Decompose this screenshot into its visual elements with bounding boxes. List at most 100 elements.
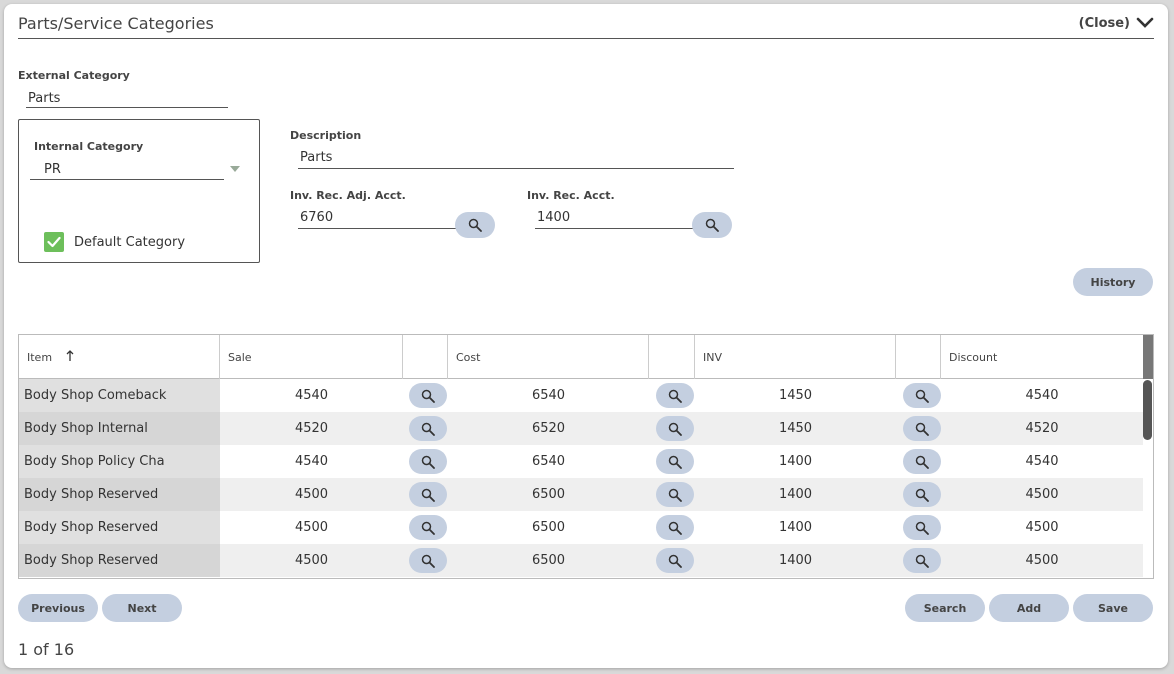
previous-button[interactable]: Previous (18, 594, 98, 622)
internal-category-underline (30, 179, 224, 180)
sale-lookup-button[interactable] (409, 383, 447, 408)
cell-inv[interactable]: 1400 (695, 511, 896, 544)
close-toggle[interactable]: (Close) (1079, 14, 1154, 33)
inv-rec-acct-underline (535, 228, 693, 229)
cell-sale[interactable]: 4500 (220, 478, 403, 511)
cell-item[interactable]: Body Shop Reserved (19, 511, 220, 544)
search-icon (668, 488, 682, 502)
cell-discount[interactable]: 4500 (941, 544, 1143, 577)
cell-inv[interactable]: 1400 (695, 445, 896, 478)
cell-discount[interactable]: 4520 (941, 412, 1143, 445)
inv-lookup-button[interactable] (903, 515, 941, 540)
search-icon (668, 455, 682, 469)
inv-lookup-button[interactable] (903, 449, 941, 474)
search-icon (421, 389, 435, 403)
cell-discount[interactable]: 4500 (941, 511, 1143, 544)
column-header-sale-lookup (403, 335, 448, 379)
inv-lookup-button[interactable] (903, 383, 941, 408)
table-row[interactable]: Body Shop Comeback 4540 6540 1450 4540 (19, 379, 1143, 412)
column-header-discount[interactable]: Discount (941, 335, 1143, 379)
search-icon (668, 521, 682, 535)
column-header-sale[interactable]: Sale (220, 335, 403, 379)
inv-rec-adj-acct-input[interactable]: 6760 (300, 210, 333, 225)
search-icon (421, 455, 435, 469)
cell-cost[interactable]: 6540 (448, 445, 649, 478)
cell-sale[interactable]: 4540 (220, 379, 403, 412)
chevron-down-icon (1136, 14, 1154, 33)
cell-cost[interactable]: 6520 (448, 412, 649, 445)
history-button[interactable]: History (1073, 268, 1153, 296)
table-row[interactable]: Body Shop Policy Cha 4540 6540 1400 4540 (19, 445, 1143, 478)
cell-inv[interactable]: 1400 (695, 478, 896, 511)
search-icon (421, 554, 435, 568)
cell-discount[interactable]: 4540 (941, 379, 1143, 412)
cell-discount[interactable]: 4540 (941, 445, 1143, 478)
cell-cost[interactable]: 6540 (448, 379, 649, 412)
column-header-cost[interactable]: Cost (448, 335, 649, 379)
cell-item[interactable]: Body Shop Internal (19, 412, 220, 445)
column-header-inv-lookup (896, 335, 941, 379)
cell-cost[interactable]: 6500 (448, 478, 649, 511)
categories-panel: Parts/Service Categories (Close) Externa… (4, 4, 1168, 668)
search-icon (915, 422, 929, 436)
cell-sale[interactable]: 4520 (220, 412, 403, 445)
default-category-checkbox[interactable] (44, 232, 64, 252)
internal-category-label: Internal Category (34, 140, 144, 153)
inv-rec-adj-acct-search-button[interactable] (455, 212, 495, 238)
cell-cost[interactable]: 6500 (448, 511, 649, 544)
cell-inv[interactable]: 1400 (695, 544, 896, 577)
table-row[interactable]: Body Shop Reserved 4500 6500 1400 4500 (19, 544, 1143, 577)
cell-item[interactable]: Body Shop Reserved (19, 478, 220, 511)
inv-lookup-button[interactable] (903, 548, 941, 573)
cost-lookup-button[interactable] (656, 416, 694, 441)
cell-sale[interactable]: 4500 (220, 544, 403, 577)
search-icon (915, 488, 929, 502)
cost-lookup-button[interactable] (656, 515, 694, 540)
inv-lookup-button[interactable] (903, 416, 941, 441)
cell-cost[interactable]: 6500 (448, 544, 649, 577)
cell-sale[interactable]: 4540 (220, 445, 403, 478)
cost-lookup-button[interactable] (656, 449, 694, 474)
cost-lookup-button[interactable] (656, 482, 694, 507)
cell-item[interactable]: Body Shop Policy Cha (19, 445, 220, 478)
cell-item[interactable]: Body Shop Reserved (19, 544, 220, 577)
dropdown-caret-icon[interactable] (230, 166, 240, 172)
internal-category-select[interactable]: PR (44, 162, 61, 177)
sale-lookup-button[interactable] (409, 416, 447, 441)
cell-discount[interactable]: 4500 (941, 478, 1143, 511)
cell-inv[interactable]: 1450 (695, 412, 896, 445)
table-row[interactable]: Body Shop Reserved 4500 6500 1400 4500 (19, 478, 1143, 511)
add-button[interactable]: Add (989, 594, 1069, 622)
pager-text: 1 of 16 (18, 640, 75, 659)
inv-rec-acct-search-button[interactable] (692, 212, 732, 238)
external-category-input[interactable]: Parts (28, 91, 60, 106)
sort-ascending-icon[interactable] (66, 349, 74, 365)
table-row[interactable]: Body Shop Internal 4520 6520 1450 4520 (19, 412, 1143, 445)
cell-sale[interactable]: 4500 (220, 511, 403, 544)
next-button[interactable]: Next (102, 594, 182, 622)
search-icon (421, 521, 435, 535)
description-input[interactable]: Parts (300, 150, 332, 165)
inv-rec-acct-input[interactable]: 1400 (537, 210, 570, 225)
column-header-inv[interactable]: INV (695, 335, 896, 379)
search-icon (915, 389, 929, 403)
cell-inv[interactable]: 1450 (695, 379, 896, 412)
cost-lookup-button[interactable] (656, 548, 694, 573)
sale-lookup-button[interactable] (409, 548, 447, 573)
save-button[interactable]: Save (1073, 594, 1153, 622)
cost-lookup-button[interactable] (656, 383, 694, 408)
sale-lookup-button[interactable] (409, 515, 447, 540)
scrollbar-thumb[interactable] (1143, 380, 1152, 440)
sale-lookup-button[interactable] (409, 482, 447, 507)
scrollbar-header-cap (1143, 335, 1153, 379)
external-category-underline (26, 107, 228, 108)
column-header-item[interactable]: Item (19, 335, 220, 379)
inv-lookup-button[interactable] (903, 482, 941, 507)
search-icon (668, 554, 682, 568)
inv-rec-acct-label: Inv. Rec. Acct. (527, 189, 615, 202)
search-button[interactable]: Search (905, 594, 985, 622)
cell-item[interactable]: Body Shop Comeback (19, 379, 220, 412)
table-row[interactable]: Body Shop Reserved 4500 6500 1400 4500 (19, 511, 1143, 544)
search-icon (915, 521, 929, 535)
sale-lookup-button[interactable] (409, 449, 447, 474)
